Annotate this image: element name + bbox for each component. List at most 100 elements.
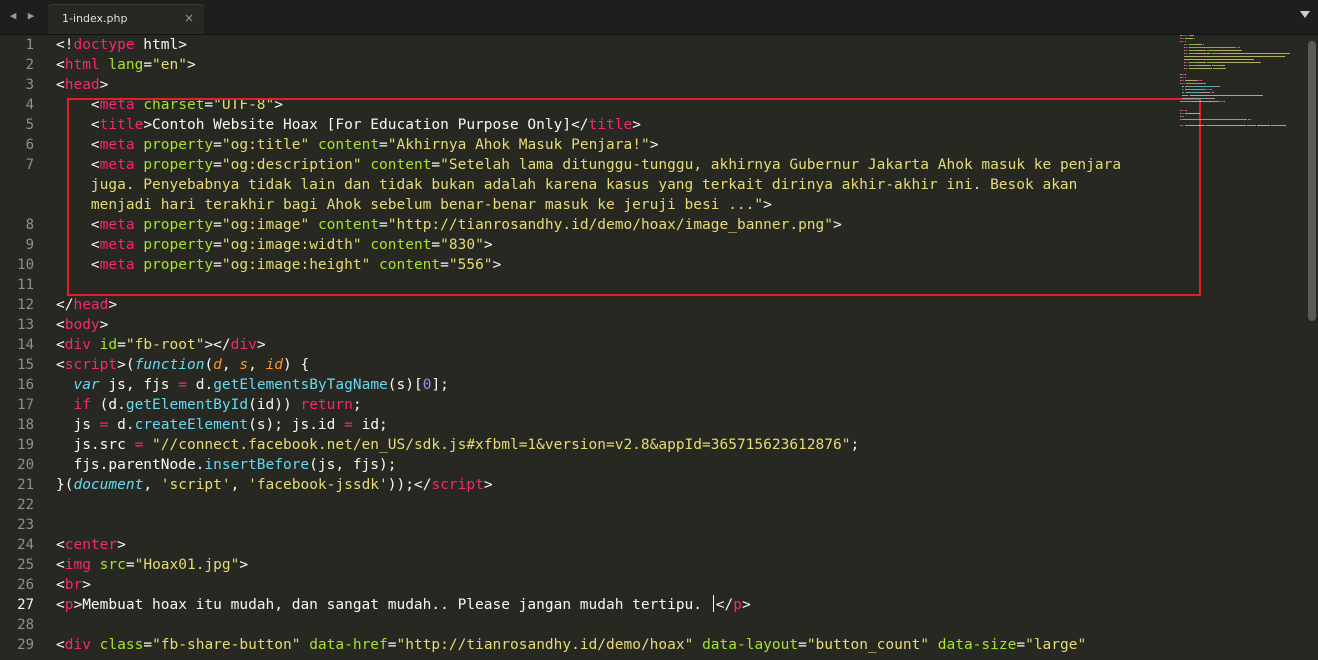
code-line[interactable]: <html lang="en"> bbox=[56, 55, 196, 75]
minimap-stroke bbox=[1199, 92, 1210, 93]
close-icon[interactable]: × bbox=[184, 11, 194, 25]
minimap-stroke bbox=[1197, 53, 1212, 54]
line-number: 5 bbox=[25, 117, 34, 133]
annotation-highlight-box bbox=[67, 98, 1201, 296]
code-line[interactable]: <div id="fb-root"></div> bbox=[56, 335, 266, 355]
code-token: , bbox=[143, 477, 161, 493]
code-line[interactable]: <br> bbox=[56, 575, 91, 595]
code-token: < bbox=[56, 337, 65, 353]
minimap-stroke bbox=[1224, 65, 1226, 66]
code-token: div bbox=[64, 637, 91, 653]
code-token: "fb-share-button" bbox=[152, 637, 301, 653]
code-token: > bbox=[108, 297, 118, 313]
code-line[interactable]: <script>(function(d, s, id) { bbox=[56, 355, 309, 375]
code-token: head bbox=[73, 297, 109, 313]
line-number: 15 bbox=[17, 357, 34, 373]
minimap-stroke bbox=[1261, 95, 1263, 96]
code-token: < bbox=[56, 77, 65, 93]
minimap[interactable] bbox=[1180, 35, 1300, 155]
code-token: d. bbox=[186, 377, 214, 393]
code-token: lang bbox=[108, 57, 144, 73]
code-token: p bbox=[733, 597, 742, 613]
code-line[interactable]: js.src = "//connect.facebook.net/en_US/s… bbox=[56, 435, 859, 455]
minimap-stroke bbox=[1184, 50, 1189, 51]
code-token: < bbox=[56, 57, 65, 73]
line-number: 1 bbox=[25, 37, 34, 53]
tab-1-index-php[interactable]: 1-index.php × bbox=[48, 5, 204, 34]
code-token: , bbox=[230, 477, 249, 493]
code-token: ; bbox=[850, 437, 860, 453]
code-token: data-layout bbox=[702, 637, 799, 653]
code-line[interactable]: <div class="fb-share-button" data-href="… bbox=[56, 635, 1086, 655]
line-number: 29 bbox=[17, 637, 34, 653]
code-line[interactable]: fjs.parentNode.insertBefore(js, fjs); bbox=[56, 455, 396, 475]
minimap-stroke bbox=[1239, 47, 1241, 48]
code-token: insertBefore bbox=[204, 457, 310, 473]
code-line[interactable]: <body> bbox=[56, 315, 108, 335]
code-token: "http://tianrosandhy.id/demo/hoax" bbox=[396, 637, 694, 653]
code-token: (d. bbox=[90, 397, 126, 413]
minimap-stroke bbox=[1197, 68, 1213, 69]
minimap-stroke bbox=[1279, 125, 1287, 126]
minimap-stroke bbox=[1189, 68, 1197, 69]
minimap-stroke bbox=[1184, 77, 1186, 78]
code-line[interactable]: <head> bbox=[56, 75, 108, 95]
line-number: 12 bbox=[17, 297, 34, 313]
code-line[interactable]: </head> bbox=[56, 295, 117, 315]
minimap-stroke bbox=[1210, 89, 1212, 90]
text-cursor bbox=[712, 595, 714, 612]
tab-overflow-icon[interactable] bbox=[1300, 11, 1310, 18]
minimap-stroke bbox=[1180, 125, 1184, 126]
minimap-stroke bbox=[1260, 62, 1262, 63]
line-number: 10 bbox=[17, 257, 34, 273]
code-token: (s); js.id bbox=[248, 417, 345, 433]
code-token: head bbox=[64, 77, 100, 93]
code-token: 'facebook-jssdk' bbox=[248, 477, 388, 493]
code-line[interactable]: js = d.createElement(s); js.id = id; bbox=[56, 415, 387, 435]
line-number: 14 bbox=[17, 337, 34, 353]
code-token: > bbox=[741, 597, 751, 613]
line-number: 24 bbox=[17, 537, 34, 553]
minimap-stroke bbox=[1189, 62, 1197, 63]
line-number: 18 bbox=[17, 417, 34, 433]
code-token: (id)) bbox=[248, 397, 301, 413]
line-number: 27 bbox=[17, 597, 34, 613]
code-token: "large" bbox=[1025, 637, 1087, 653]
code-token: data-href bbox=[309, 637, 388, 653]
code-token: = bbox=[134, 437, 144, 453]
minimap-stroke bbox=[1197, 65, 1212, 66]
chevron-right-icon[interactable]: ▶ bbox=[24, 9, 38, 23]
code-line[interactable]: }(document, 'script', 'facebook-jssdk'))… bbox=[56, 475, 493, 495]
code-line[interactable]: <!doctype html> bbox=[56, 35, 187, 55]
code-line[interactable]: <img src="Hoax01.jpg"> bbox=[56, 555, 248, 575]
code-editor[interactable]: 1 2 3 4 5 6 7 8 9 10 11 12 13 14 15 16 17 18 19 20 21 22 23 24 2… bbox=[0, 35, 1318, 660]
code-token: doctype bbox=[73, 37, 135, 53]
code-token: > bbox=[483, 477, 493, 493]
code-token: img bbox=[64, 557, 91, 573]
code-token: > bbox=[99, 317, 109, 333]
minimap-stroke bbox=[1252, 59, 1254, 60]
code-line[interactable]: if (d.getElementById(id)) return; bbox=[56, 395, 361, 415]
line-number: 2 bbox=[25, 57, 34, 73]
minimap-stroke bbox=[1241, 50, 1243, 51]
code-token: (js, fjs); bbox=[309, 457, 397, 473]
line-number: 9 bbox=[25, 237, 34, 253]
code-token: html> bbox=[134, 37, 187, 53]
minimap-stroke bbox=[1270, 125, 1279, 126]
chevron-left-icon[interactable]: ◀ bbox=[6, 9, 20, 23]
code-token: "en" bbox=[152, 57, 187, 73]
line-number: 26 bbox=[17, 577, 34, 593]
minimap-stroke bbox=[1189, 95, 1262, 96]
code-token: html bbox=[64, 57, 100, 73]
scroll-thumb[interactable] bbox=[1308, 41, 1316, 321]
vertical-scrollbar[interactable] bbox=[1308, 35, 1316, 660]
code-line[interactable]: <center> bbox=[56, 535, 126, 555]
minimap-stroke bbox=[1225, 68, 1226, 69]
code-line[interactable]: var js, fjs = d.getElementsByTagName(s)[… bbox=[56, 375, 448, 395]
code-line[interactable]: < p >Membuat hoax itu mudah, dan sangat mu… bbox=[56, 595, 751, 615]
code-token: > bbox=[256, 337, 266, 353]
code-token: = bbox=[143, 57, 153, 73]
